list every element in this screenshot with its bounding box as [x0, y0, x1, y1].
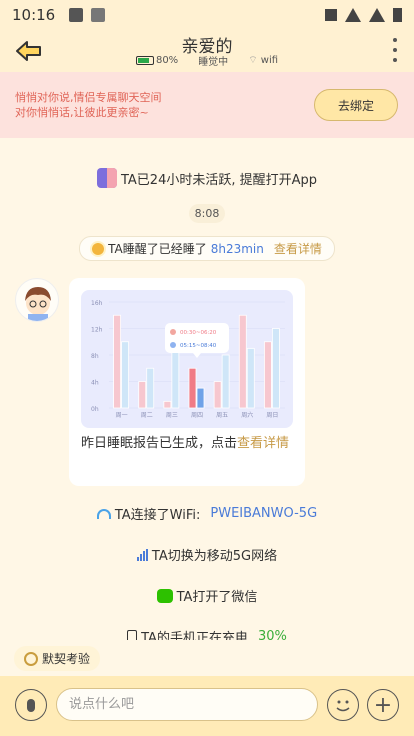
sleep-report-card[interactable]: 0h 4h 8h 12h 16h 周一 周二 周三 周四 周五 周六 周日 00:30~06:20 05:… [69, 278, 305, 486]
add-button[interactable]: + [367, 689, 399, 721]
bar [171, 347, 180, 409]
x-tick-label: 周二 [141, 412, 153, 419]
bar [213, 381, 222, 409]
sleep-chart: 0h 4h 8h 12h 16h 周一 周二 周三 周四 周五 周六 周日 00:30~06:20 05:… [81, 290, 293, 428]
chart-tooltip: 00:30~06:20 05:15~08:40 [165, 323, 229, 358]
voice-button[interactable] [15, 689, 47, 721]
bar [221, 354, 230, 409]
wechat-icon [156, 588, 173, 603]
bind-line-1: 悄悄对你说,情侣专属聊天空间 [15, 91, 162, 104]
bar [163, 400, 172, 409]
y-tick-label: 4h [91, 380, 99, 387]
notification-icon [69, 8, 84, 22]
bind-banner: 悄悄对你说,情侣专属聊天空间 对你悄悄话,让彼此更亲密~ 去绑定 [0, 72, 414, 138]
avatar-dot-icon [170, 329, 176, 335]
wifi-icon: ⌔ [248, 55, 261, 66]
chat-area[interactable]: TA已24小时未活跃, 提醒打开App 8:08 TA睡醒了已经睡了 8h23m… [0, 138, 414, 640]
partner-status: 80% 睡觉中 ⌔ wifi [0, 53, 414, 68]
bar [272, 328, 280, 409]
x-tick-label: 周一 [116, 412, 128, 419]
partner-network: ⌔ wifi [248, 55, 279, 66]
emoji-button[interactable] [327, 689, 359, 721]
wechat-notice: TA打开了微信 [0, 586, 414, 605]
time-divider: 8:08 [0, 204, 414, 223]
avatar-dot-icon [170, 342, 176, 348]
bar [246, 347, 255, 409]
tooltip-time-2: 05:15~08:40 [180, 343, 217, 349]
app-icon [91, 8, 106, 22]
x-tick-label: 周三 [166, 412, 178, 419]
avatar-illustration-icon [25, 287, 51, 321]
tacit-test-button[interactable]: 默契考验 [14, 646, 101, 671]
bar [238, 314, 247, 409]
x-tick-label: 周五 [216, 412, 228, 419]
y-tick-label: 16h [91, 300, 103, 307]
charging-notice: TA的手机正在充电 30% [0, 627, 414, 640]
sleep-notice: TA睡醒了已经睡了 8h23min 查看详情 [0, 236, 414, 261]
partner-battery: 80% [135, 55, 178, 66]
battery-icon [393, 8, 402, 22]
briefcase-icon [325, 9, 337, 21]
message-input[interactable] [56, 688, 318, 721]
partner-avatar[interactable] [15, 278, 59, 322]
bind-button[interactable]: 去绑定 [314, 89, 398, 121]
bar [264, 341, 272, 409]
sleep-chart-svg: 0h 4h 8h 12h 16h 周一 周二 周三 周四 周五 周六 周日 00:30~06:20 05:… [91, 300, 285, 419]
report-text: 昨日睡眠报告已生成，点击查看详情 [81, 436, 290, 451]
input-bar: + [0, 676, 414, 736]
dot-icon [393, 38, 397, 42]
signal-bars-icon [136, 548, 148, 561]
wifi-notice: TA连接了WiFi: PWEIBANWO-5G [0, 504, 414, 523]
y-tick-label: 8h [91, 353, 99, 360]
bar [121, 341, 129, 409]
dot-icon [393, 58, 397, 62]
charging-icon [127, 629, 138, 640]
bar [146, 367, 155, 409]
app-header: 亲爱的 80% 睡觉中 ⌔ wifi [0, 30, 414, 72]
tooltip-time-1: 00:30~06:20 [180, 330, 217, 336]
y-tick-label: 0h [91, 406, 99, 413]
plus-icon: + [373, 692, 393, 718]
sun-icon [92, 242, 105, 255]
sleep-details-link[interactable]: 查看详情 [274, 240, 322, 257]
battery-level-icon [135, 55, 154, 65]
inactive-notice: TA已24小时未活跃, 提醒打开App [0, 168, 414, 188]
bind-banner-text: 悄悄对你说,情侣专属聊天空间 对你悄悄话,让彼此更亲密~ [15, 90, 162, 120]
microphone-icon [27, 698, 35, 712]
y-tick-label: 12h [91, 327, 103, 334]
bar [196, 387, 205, 409]
x-tick-label: 周四 [191, 412, 203, 419]
network-notice: TA切换为移动5G网络 [0, 545, 414, 564]
status-time: 10:16 [12, 6, 56, 24]
couple-avatar-icon [96, 168, 117, 188]
wifi-icon [96, 508, 111, 519]
status-bar: 10:16 [0, 0, 414, 30]
partner-state: 睡觉中 [198, 57, 229, 68]
dot-icon [393, 48, 397, 52]
cell-signal-icon [369, 8, 385, 22]
wifi-signal-icon [345, 8, 361, 22]
x-tick-label: 周日 [266, 412, 278, 419]
bind-line-2: 对你悄悄话,让彼此更亲密~ [15, 106, 149, 119]
bar [188, 367, 197, 409]
more-button[interactable] [390, 38, 400, 62]
report-details-link[interactable]: 查看详情 [237, 436, 289, 451]
target-icon [24, 651, 38, 666]
x-tick-label: 周六 [241, 411, 253, 419]
smile-icon [336, 700, 350, 712]
bar [113, 314, 121, 409]
bar [138, 381, 147, 409]
status-icons [325, 8, 402, 22]
